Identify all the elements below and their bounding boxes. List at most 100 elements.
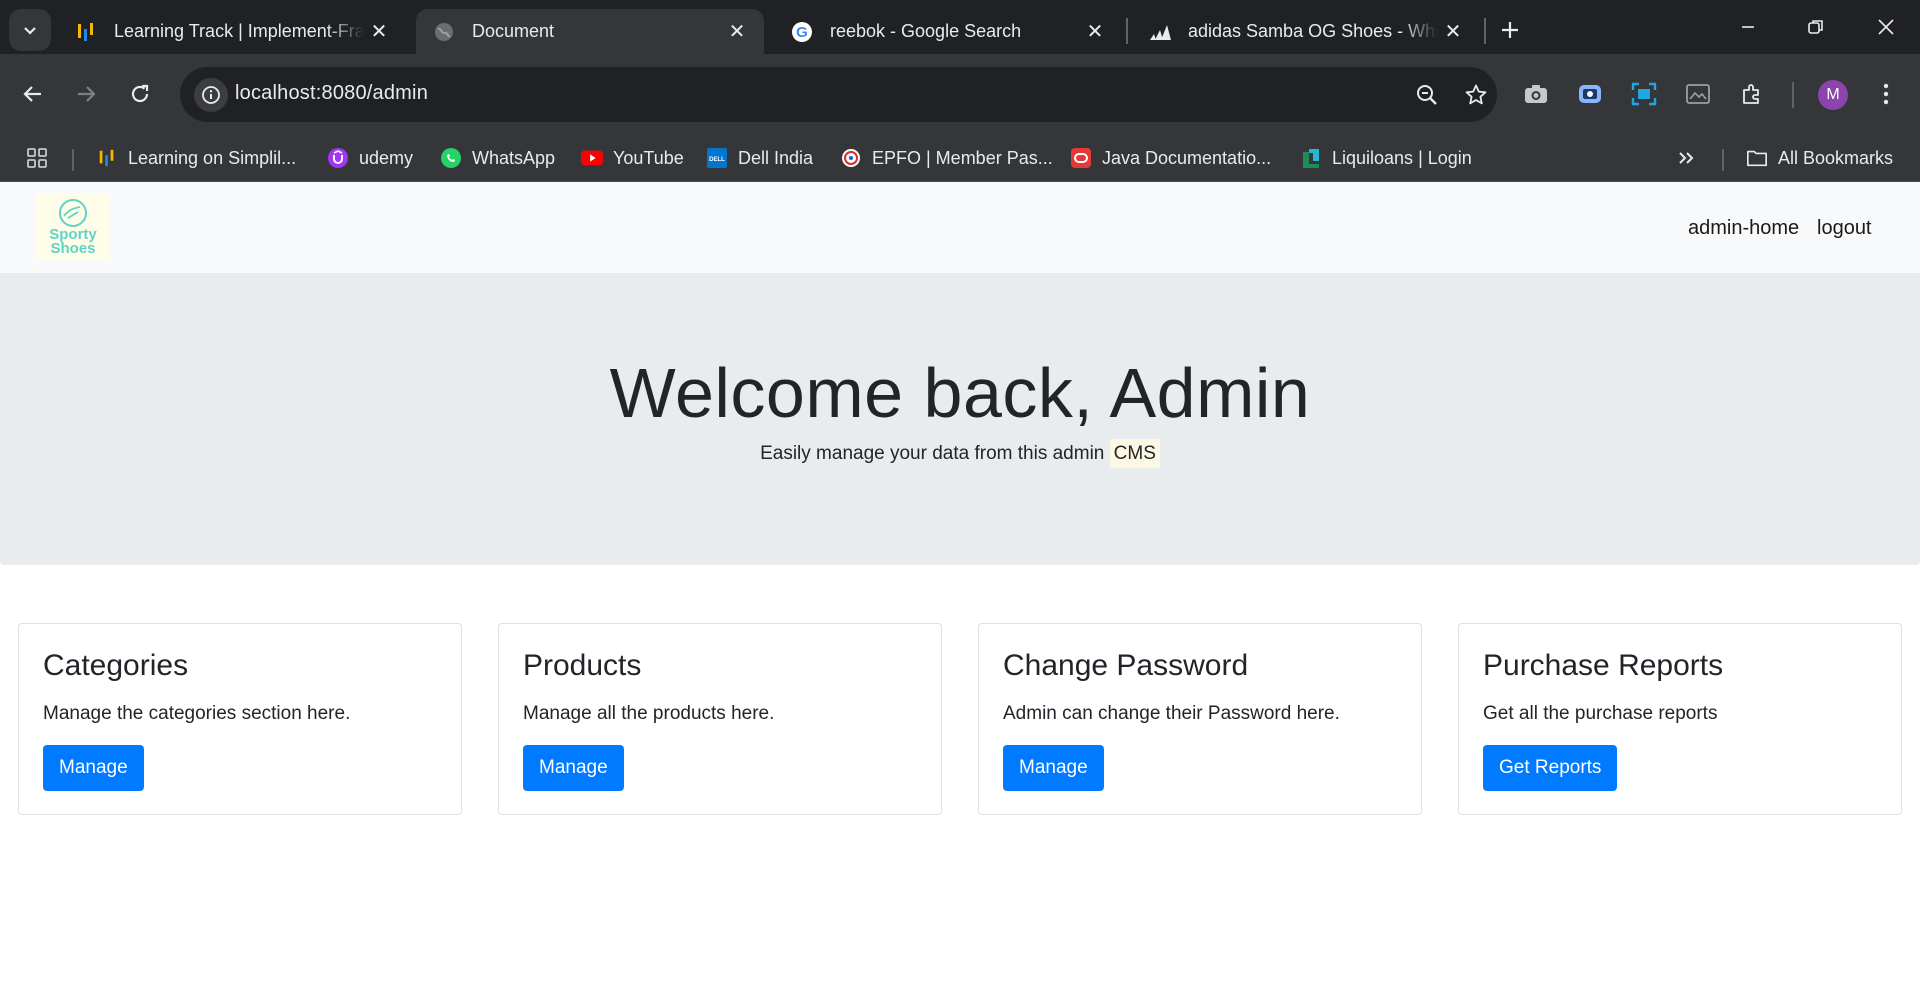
bookmark-label: Dell India bbox=[738, 147, 814, 168]
udemy-icon bbox=[327, 147, 349, 169]
site-info-icon[interactable] bbox=[194, 78, 228, 112]
bookmark-divider bbox=[72, 149, 74, 171]
restore-icon bbox=[1808, 20, 1823, 34]
card-title: Products bbox=[523, 649, 642, 682]
new-tab-button[interactable] bbox=[1492, 12, 1528, 48]
extensions-puzzle-icon[interactable] bbox=[1732, 74, 1772, 114]
all-bookmarks-label: All Bookmarks bbox=[1778, 147, 1894, 168]
page-subtitle: Easily manage your data from this admin … bbox=[0, 439, 1920, 468]
card-change-password: Change Password Admin can change their P… bbox=[978, 623, 1422, 815]
bookmarks-overflow-button[interactable] bbox=[1676, 143, 1696, 173]
bookmark-item[interactable]: EPFO | Member Pas... bbox=[840, 143, 1053, 173]
screenshot-extension-icon[interactable] bbox=[1624, 74, 1664, 114]
browser-tab[interactable]: adidas Samba OG Shoes - White ✕ bbox=[1132, 9, 1480, 54]
back-button[interactable] bbox=[11, 72, 55, 116]
subtitle-text: Easily manage your data from this admin bbox=[760, 443, 1105, 464]
simplilearn-icon bbox=[74, 20, 98, 44]
bookmark-item[interactable]: YouTube bbox=[581, 143, 684, 173]
zoom-icon[interactable] bbox=[1411, 79, 1443, 111]
close-icon[interactable]: ✕ bbox=[364, 17, 394, 47]
reload-button[interactable] bbox=[118, 72, 162, 116]
manage-products-button[interactable]: Manage bbox=[523, 745, 624, 791]
dell-icon: DELL bbox=[706, 147, 728, 169]
page-title: Welcome back, Admin bbox=[609, 354, 1311, 432]
close-icon[interactable]: ✕ bbox=[722, 17, 752, 47]
get-reports-button[interactable]: Get Reports bbox=[1483, 745, 1618, 791]
camera-extension-icon[interactable] bbox=[1516, 74, 1556, 114]
card-text: Manage the categories section here. bbox=[43, 703, 351, 724]
simplilearn-icon bbox=[96, 147, 118, 169]
browser-tab[interactable]: Learning Track | Implement-Fram ✕ bbox=[58, 9, 406, 54]
card-title: Change Password bbox=[1003, 649, 1249, 682]
epfo-icon bbox=[840, 147, 862, 169]
profile-avatar[interactable]: M bbox=[1818, 80, 1848, 110]
card-purchase-reports: Purchase Reports Get all the purchase re… bbox=[1458, 623, 1902, 815]
tab-title: adidas Samba OG Shoes - White bbox=[1188, 21, 1438, 41]
bookmark-item[interactable]: Learning on Simplil... bbox=[96, 143, 296, 173]
all-bookmarks-button[interactable]: All Bookmarks bbox=[1746, 143, 1893, 173]
nav-logout-link[interactable]: logout bbox=[1817, 217, 1872, 240]
card-text: Get all the purchase reports bbox=[1483, 703, 1718, 724]
apps-button[interactable] bbox=[26, 143, 48, 173]
bookmark-label: Liquiloans | Login bbox=[1332, 147, 1472, 168]
google-icon: G bbox=[790, 20, 814, 44]
bookmark-item[interactable]: DELL Dell India bbox=[706, 143, 813, 173]
window-close-button[interactable] bbox=[1852, 0, 1920, 54]
close-icon bbox=[1878, 19, 1894, 35]
site-navbar: Sporty Shoes admin-home logout bbox=[0, 182, 1920, 273]
globe-icon bbox=[432, 20, 456, 44]
bookmark-item[interactable]: Liquiloans | Login bbox=[1300, 143, 1472, 173]
tab-title: Document bbox=[472, 21, 555, 41]
chevron-down-icon bbox=[24, 27, 36, 35]
card-text: Admin can change their Password here. bbox=[1003, 703, 1340, 724]
card-categories: Categories Manage the categories section… bbox=[18, 623, 462, 815]
tab-title: reebok - Google Search bbox=[830, 21, 1022, 41]
browser-toolbar: localhost:8080/admin M bbox=[0, 54, 1920, 135]
tab-search-button[interactable] bbox=[9, 9, 51, 51]
bookmark-divider bbox=[1722, 149, 1724, 171]
liquiloans-icon bbox=[1300, 147, 1322, 169]
youtube-icon bbox=[581, 147, 603, 169]
bookmark-label: YouTube bbox=[613, 147, 684, 168]
bookmark-label: Learning on Simplil... bbox=[128, 147, 297, 168]
bookmark-item[interactable]: WhatsApp bbox=[440, 143, 555, 173]
plus-icon bbox=[1502, 22, 1518, 38]
bookmark-label: WhatsApp bbox=[472, 147, 556, 168]
svg-text:DELL: DELL bbox=[709, 157, 725, 163]
address-bar[interactable]: localhost:8080/admin bbox=[180, 67, 1497, 122]
restore-button[interactable] bbox=[1782, 0, 1850, 54]
bookmarks-bar: Learning on Simplil... udemy WhatsApp Yo… bbox=[0, 135, 1920, 182]
arrow-left-icon bbox=[23, 86, 41, 102]
nav-admin-home-link[interactable]: admin-home bbox=[1688, 217, 1799, 240]
bookmark-item[interactable]: Java Documentatio... bbox=[1070, 143, 1271, 173]
manage-password-button[interactable]: Manage bbox=[1003, 745, 1104, 791]
close-icon[interactable]: ✕ bbox=[1438, 17, 1468, 47]
folder-icon bbox=[1746, 147, 1768, 169]
close-icon[interactable]: ✕ bbox=[1080, 17, 1110, 47]
double-chevron-right-icon bbox=[1679, 152, 1694, 164]
tab-divider bbox=[1126, 18, 1128, 44]
whatsapp-icon bbox=[440, 147, 462, 169]
more-menu-icon[interactable] bbox=[1866, 74, 1906, 114]
subtitle-highlight: CMS bbox=[1109, 439, 1160, 468]
bookmark-item[interactable]: udemy bbox=[327, 143, 413, 173]
capture-extension-icon[interactable] bbox=[1678, 74, 1718, 114]
tab-divider bbox=[1484, 18, 1486, 44]
bookmark-star-icon[interactable] bbox=[1460, 79, 1492, 111]
tab-title: Learning Track | Implement-Fram bbox=[114, 21, 364, 41]
card-title: Categories bbox=[43, 649, 189, 682]
arrow-right-icon bbox=[78, 86, 96, 102]
browser-tab-strip: Learning Track | Implement-Fram ✕ Docume… bbox=[0, 0, 1920, 54]
apps-grid-icon bbox=[27, 148, 47, 168]
bookmark-label: EPFO | Member Pas... bbox=[872, 147, 1053, 168]
card-text: Manage all the products here. bbox=[523, 703, 775, 724]
browser-tab[interactable]: G reebok - Google Search ✕ bbox=[774, 9, 1122, 54]
site-logo[interactable]: Sporty Shoes bbox=[36, 194, 110, 260]
minimize-button[interactable] bbox=[1714, 0, 1782, 54]
manage-categories-button[interactable]: Manage bbox=[43, 745, 144, 791]
browser-tab-active[interactable]: Document ✕ bbox=[416, 9, 764, 54]
screen-recorder-icon[interactable] bbox=[1570, 74, 1610, 114]
bookmark-label: Java Documentatio... bbox=[1102, 147, 1272, 168]
adidas-icon bbox=[1148, 20, 1172, 44]
forward-button[interactable] bbox=[64, 72, 108, 116]
